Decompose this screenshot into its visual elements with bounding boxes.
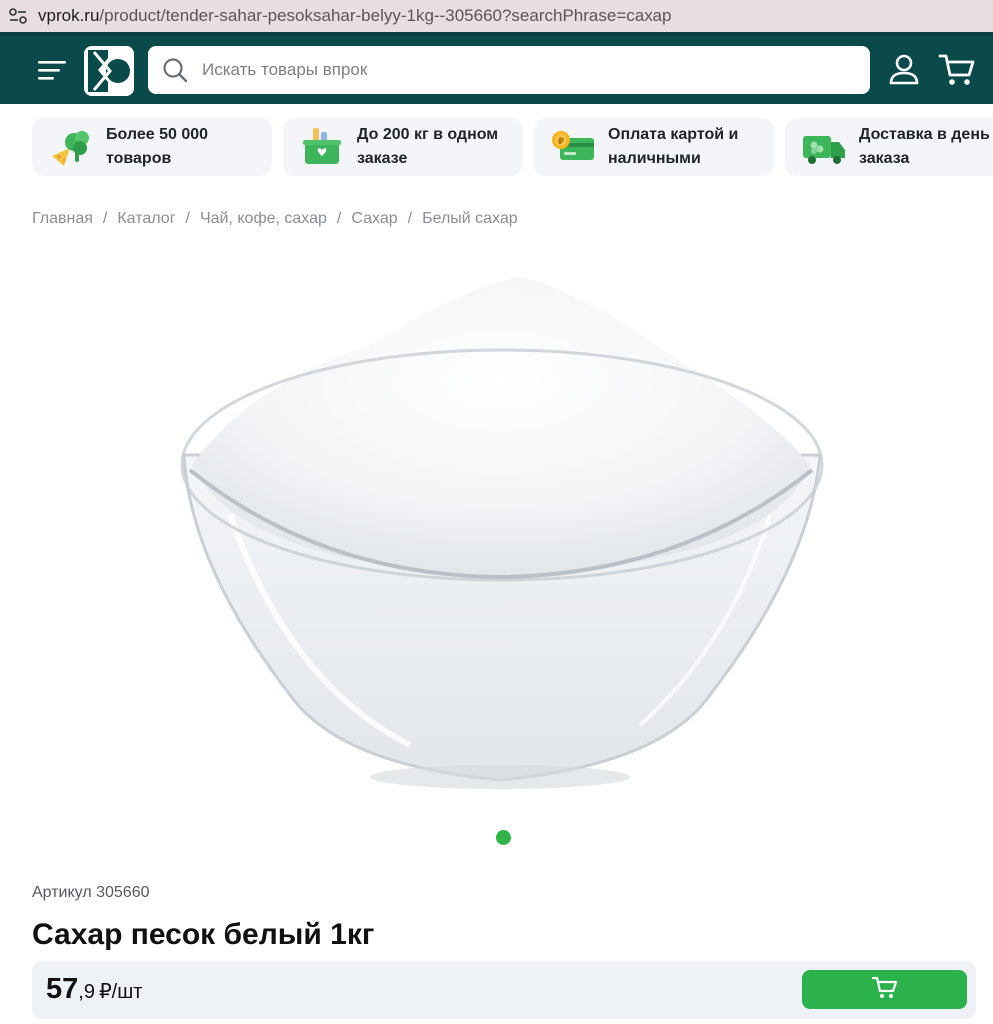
carousel-dot-active[interactable] <box>496 830 511 845</box>
delivery-truck-icon <box>801 126 847 168</box>
price-unit: ₽/шт <box>98 981 143 1003</box>
feature-text: Более 50 000 товаров <box>106 126 209 167</box>
site-settings-icon[interactable] <box>6 4 30 28</box>
features-strip: Более 50 000 товаров До 200 кг в одном з… <box>32 118 993 176</box>
svg-text:₽: ₽ <box>558 137 564 147</box>
breadcrumb-sugar[interactable]: Сахар <box>351 210 397 228</box>
feature-weight[interactable]: До 200 кг в одном заказе <box>283 118 523 176</box>
logo[interactable] <box>84 46 134 96</box>
menu-icon[interactable] <box>36 56 68 84</box>
site-header <box>0 32 993 104</box>
breadcrumb-separator: / <box>336 210 342 227</box>
cart-icon[interactable] <box>938 51 976 89</box>
cart-icon <box>871 975 898 1004</box>
breadcrumb-separator: / <box>185 210 190 227</box>
breadcrumb-home[interactable]: Главная <box>32 210 93 228</box>
feature-text: Доставка в день заказа <box>859 126 990 167</box>
price-panel: 57 ,9 ₽/шт <box>32 961 976 1019</box>
price-integer: 57 <box>46 973 79 1005</box>
product-price: 57 ,9 ₽/шт <box>46 973 142 1006</box>
feature-assortment[interactable]: Более 50 000 товаров <box>32 118 272 176</box>
feature-delivery[interactable]: Доставка в день заказа <box>785 118 993 176</box>
url-text: vprok.ru/product/tender-sahar-pesoksahar… <box>38 6 672 25</box>
feature-payment[interactable]: ₽ Оплата картой и наличными <box>534 118 774 176</box>
payment-card-icon: ₽ <box>550 126 596 168</box>
grocery-box-icon <box>299 126 345 168</box>
product-sku: Артикул 305660 <box>32 884 150 901</box>
feature-text: Оплата картой и наличными <box>608 126 739 167</box>
product-image[interactable] <box>170 265 830 795</box>
search-box[interactable] <box>148 46 870 94</box>
search-input[interactable] <box>202 60 842 80</box>
breadcrumb: Главная / Каталог / Чай, кофе, сахар / С… <box>32 210 518 228</box>
breadcrumb-catalog[interactable]: Каталог <box>117 210 175 228</box>
address-bar[interactable]: vprok.ru/product/tender-sahar-pesoksahar… <box>0 0 993 32</box>
breadcrumb-separator: / <box>407 210 413 227</box>
breadcrumb-white-sugar[interactable]: Белый сахар <box>422 210 518 228</box>
vegetables-icon <box>48 126 94 168</box>
product-title: Сахар песок белый 1кг <box>32 918 375 951</box>
user-icon[interactable] <box>886 52 922 88</box>
add-to-cart-button[interactable] <box>802 970 967 1009</box>
price-fraction: ,9 <box>78 981 95 1003</box>
feature-text: До 200 кг в одном заказе <box>357 126 499 167</box>
breadcrumb-separator: / <box>102 210 108 227</box>
breadcrumb-tea-coffee-sugar[interactable]: Чай, кофе, сахар <box>200 210 327 228</box>
search-icon[interactable] <box>148 46 202 94</box>
